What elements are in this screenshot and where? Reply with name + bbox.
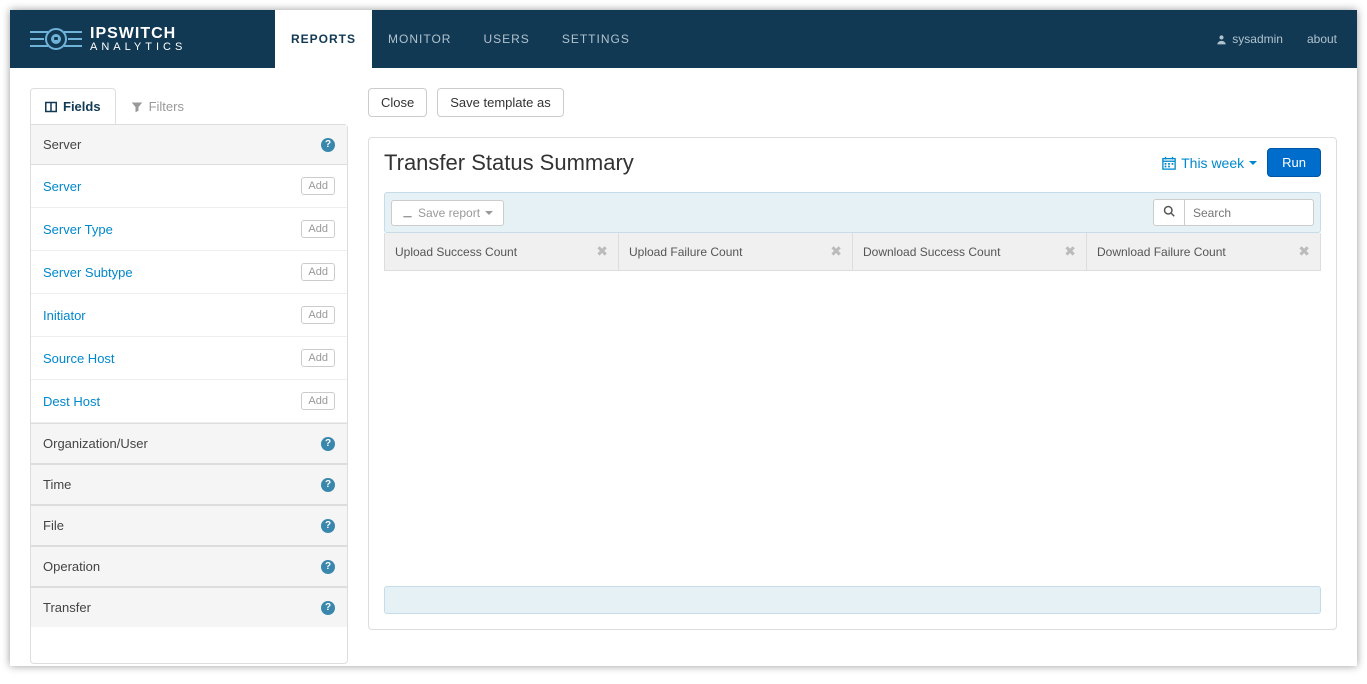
brand-line2: ANALYTICS [90, 42, 186, 53]
column-upload-success[interactable]: Upload Success Count ✖ [385, 233, 619, 270]
field-link[interactable]: Server [43, 179, 81, 194]
run-button[interactable]: Run [1267, 148, 1321, 177]
remove-column-icon[interactable]: ✖ [1298, 243, 1310, 260]
group-operation[interactable]: Operation ? [31, 546, 347, 587]
group-transfer[interactable]: Transfer ? [31, 587, 347, 627]
nav-monitor[interactable]: MONITOR [372, 10, 467, 68]
remove-column-icon[interactable]: ✖ [1064, 243, 1076, 260]
column-headers: Upload Success Count ✖ Upload Failure Co… [384, 233, 1321, 271]
remove-column-icon[interactable]: ✖ [830, 243, 842, 260]
report-data-area [384, 271, 1321, 581]
brand-line1: IPSWITCH [90, 26, 186, 42]
field-link[interactable]: Server Subtype [43, 265, 133, 280]
add-button[interactable]: Add [301, 392, 335, 410]
search-button[interactable] [1153, 199, 1184, 226]
field-server-type: Server Type Add [31, 208, 347, 251]
field-server: Server Add [31, 165, 347, 208]
brand-logo: IPSWITCH ANALYTICS [10, 10, 275, 68]
fields-scroll[interactable]: Server Add Server Type Add Server Subtyp… [31, 165, 347, 663]
field-link[interactable]: Source Host [43, 351, 115, 366]
nav-tabs: REPORTS MONITOR USERS SETTINGS [275, 10, 646, 68]
close-button[interactable]: Close [368, 88, 427, 117]
field-initiator: Initiator Add [31, 294, 347, 337]
date-range-selector[interactable]: This week [1162, 155, 1257, 171]
top-navbar: IPSWITCH ANALYTICS REPORTS MONITOR USERS… [10, 10, 1357, 68]
field-server-subtype: Server Subtype Add [31, 251, 347, 294]
group-organization-user[interactable]: Organization/User ? [31, 423, 347, 464]
user-menu[interactable]: sysadmin [1216, 32, 1283, 46]
help-icon[interactable]: ? [321, 560, 335, 574]
logo-icon [30, 24, 82, 54]
nav-reports[interactable]: REPORTS [275, 10, 372, 68]
column-download-failure[interactable]: Download Failure Count ✖ [1087, 233, 1320, 270]
report-title: Transfer Status Summary [384, 150, 634, 176]
group-server[interactable]: Server ? [31, 125, 347, 165]
save-template-button[interactable]: Save template as [437, 88, 563, 117]
columns-icon [45, 101, 57, 113]
field-link[interactable]: Dest Host [43, 394, 100, 409]
about-link[interactable]: about [1307, 32, 1337, 46]
save-report-button[interactable]: Save report [391, 200, 504, 226]
help-icon[interactable]: ? [321, 437, 335, 451]
main-content: Close Save template as Transfer Status S… [368, 88, 1337, 664]
add-button[interactable]: Add [301, 263, 335, 281]
field-link[interactable]: Initiator [43, 308, 86, 323]
chevron-down-icon [1249, 161, 1257, 165]
add-button[interactable]: Add [301, 220, 335, 238]
help-icon[interactable]: ? [321, 478, 335, 492]
help-icon[interactable]: ? [321, 601, 335, 615]
sidebar: Fields Filters Server ? Server Add [30, 88, 348, 664]
chevron-down-icon [485, 211, 493, 215]
column-upload-failure[interactable]: Upload Failure Count ✖ [619, 233, 853, 270]
add-button[interactable]: Add [301, 349, 335, 367]
report-footer-bar [384, 586, 1321, 614]
add-button[interactable]: Add [301, 177, 335, 195]
field-link[interactable]: Server Type [43, 222, 113, 237]
remove-column-icon[interactable]: ✖ [596, 243, 608, 260]
field-dest-host: Dest Host Add [31, 380, 347, 423]
search-icon [1163, 205, 1175, 217]
add-button[interactable]: Add [301, 306, 335, 324]
group-time[interactable]: Time ? [31, 464, 347, 505]
user-icon [1216, 34, 1227, 45]
group-file[interactable]: File ? [31, 505, 347, 546]
tab-fields[interactable]: Fields [30, 88, 116, 124]
help-icon[interactable]: ? [321, 138, 335, 152]
download-icon [402, 207, 413, 218]
field-source-host: Source Host Add [31, 337, 347, 380]
help-icon[interactable]: ? [321, 519, 335, 533]
filter-icon [131, 101, 143, 113]
tab-filters[interactable]: Filters [116, 88, 199, 124]
column-download-success[interactable]: Download Success Count ✖ [853, 233, 1087, 270]
nav-users[interactable]: USERS [467, 10, 545, 68]
calendar-icon [1162, 156, 1176, 170]
nav-settings[interactable]: SETTINGS [546, 10, 646, 68]
search-input[interactable] [1184, 199, 1314, 226]
